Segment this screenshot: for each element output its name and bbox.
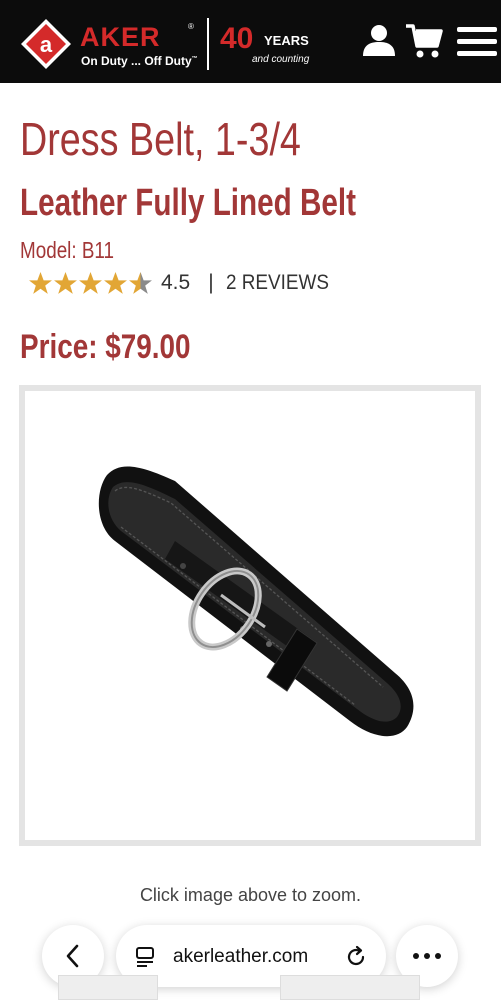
- star-full-icon: [29, 271, 52, 294]
- registered-mark: ®: [188, 22, 194, 31]
- star-half-icon: [129, 271, 152, 294]
- reload-icon[interactable]: [344, 945, 368, 969]
- brand-logo[interactable]: a AKER ® On Duty ... Off Duty™: [20, 14, 210, 72]
- tabs-icon[interactable]: [134, 945, 156, 967]
- product-model: Model: B11: [20, 237, 115, 263]
- back-icon: [66, 944, 79, 968]
- brand-name: AKER: [80, 22, 161, 52]
- menu-icon[interactable]: [455, 22, 499, 60]
- rating-row[interactable]: 4.5 | 2 REVIEWS: [28, 268, 340, 298]
- brand-tagline: On Duty ... Off Duty™: [81, 54, 198, 68]
- url-text: akerleather.com: [173, 946, 309, 967]
- thumbnail-peek[interactable]: [280, 975, 420, 1000]
- cart-icon[interactable]: [405, 22, 443, 60]
- reviews-link[interactable]: 2 REVIEWS: [226, 271, 329, 295]
- star-full-icon: [79, 271, 102, 294]
- rating-separator: |: [208, 271, 214, 294]
- trademark-mark: ™: [191, 56, 198, 62]
- tagline-text: On Duty ... Off Duty: [81, 54, 192, 68]
- user-icon[interactable]: [361, 22, 397, 58]
- thumbnail-peek[interactable]: [58, 975, 158, 1000]
- aker-logo-icon: a: [21, 19, 71, 69]
- anniversary-subtitle: and counting: [252, 54, 310, 65]
- more-icon: [413, 953, 441, 959]
- product-image-frame[interactable]: [19, 385, 481, 846]
- product-subtitle: Leather Fully Lined Belt: [20, 182, 356, 224]
- rating-stars: [28, 271, 153, 296]
- logo-letter: a: [40, 32, 53, 57]
- star-full-icon: [54, 271, 77, 294]
- anniversary-years: YEARS: [264, 33, 309, 48]
- product-title: Dress Belt, 1-3/4: [20, 113, 301, 165]
- site-header: a AKER ® On Duty ... Off Duty™ 40 YEARS …: [0, 0, 501, 83]
- anniversary-number: 40: [220, 22, 254, 55]
- header-divider: [207, 18, 209, 70]
- rating-value: 4.5: [161, 271, 191, 294]
- star-full-icon: [104, 271, 127, 294]
- zoom-hint: Click image above to zoom.: [139, 885, 362, 905]
- product-price: Price: $79.00: [20, 328, 191, 366]
- product-image[interactable]: [25, 391, 475, 840]
